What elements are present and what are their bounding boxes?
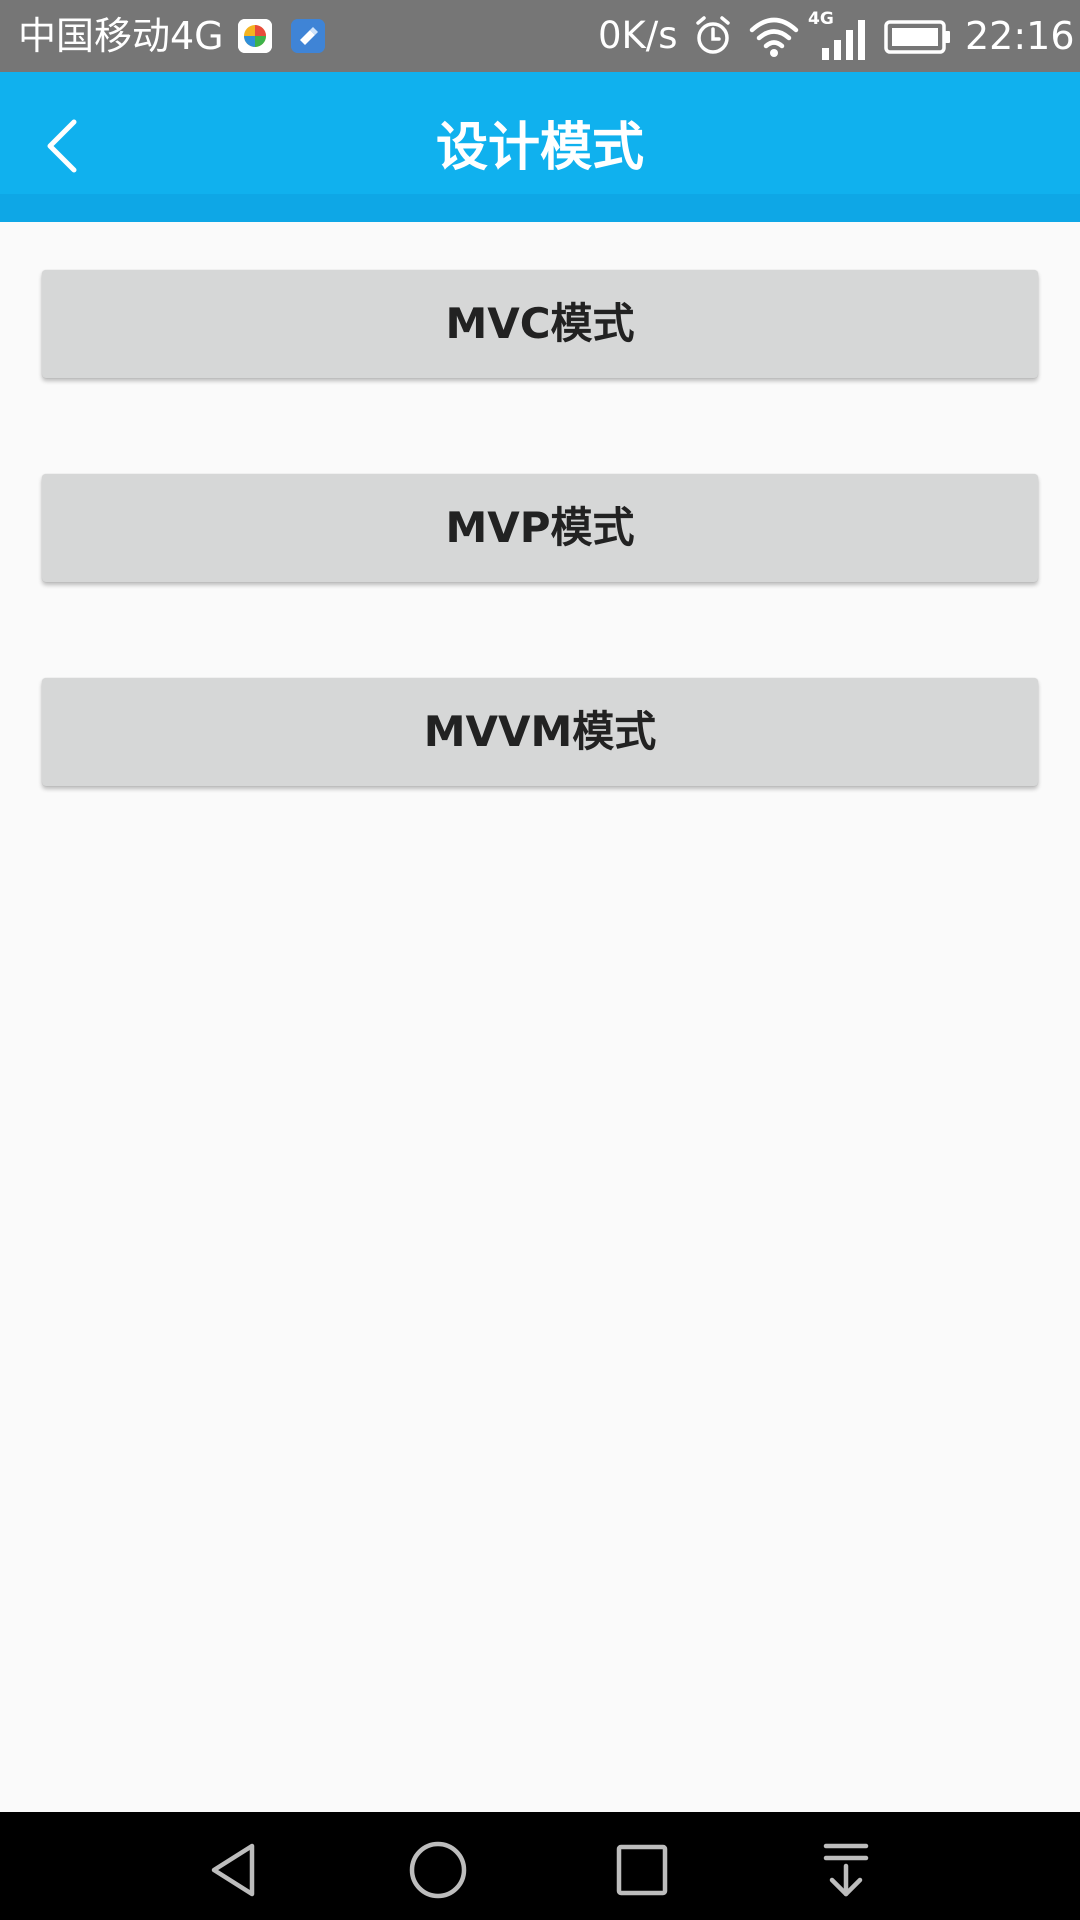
wifi-icon [749, 17, 799, 57]
app-bar: 设计模式 [0, 72, 1080, 222]
mvc-mode-button[interactable]: MVC模式 [42, 270, 1038, 378]
carrier-label: 中国移动4G [18, 14, 224, 58]
battery-icon [884, 20, 950, 54]
alarm-icon [696, 16, 730, 54]
navigation-bar [0, 1812, 1080, 1920]
cell-signal-icon: 4G [808, 10, 868, 60]
notifications-pull-icon[interactable] [816, 1840, 876, 1900]
home-nav-icon[interactable] [408, 1840, 468, 1900]
clock: 22:16 [965, 14, 1075, 58]
network-speed: 0K/s [598, 14, 678, 57]
cleaner-app-icon [291, 19, 325, 53]
game-app-icon [238, 19, 272, 53]
recents-nav-icon[interactable] [612, 1840, 672, 1900]
mvp-mode-button[interactable]: MVP模式 [42, 474, 1038, 582]
page-title: 设计模式 [435, 118, 644, 178]
status-bar: 中国移动4G 0K/s 4G 22:16 [0, 0, 1080, 72]
mvvm-mode-button[interactable]: MVVM模式 [42, 678, 1038, 786]
back-nav-icon[interactable] [204, 1840, 264, 1900]
